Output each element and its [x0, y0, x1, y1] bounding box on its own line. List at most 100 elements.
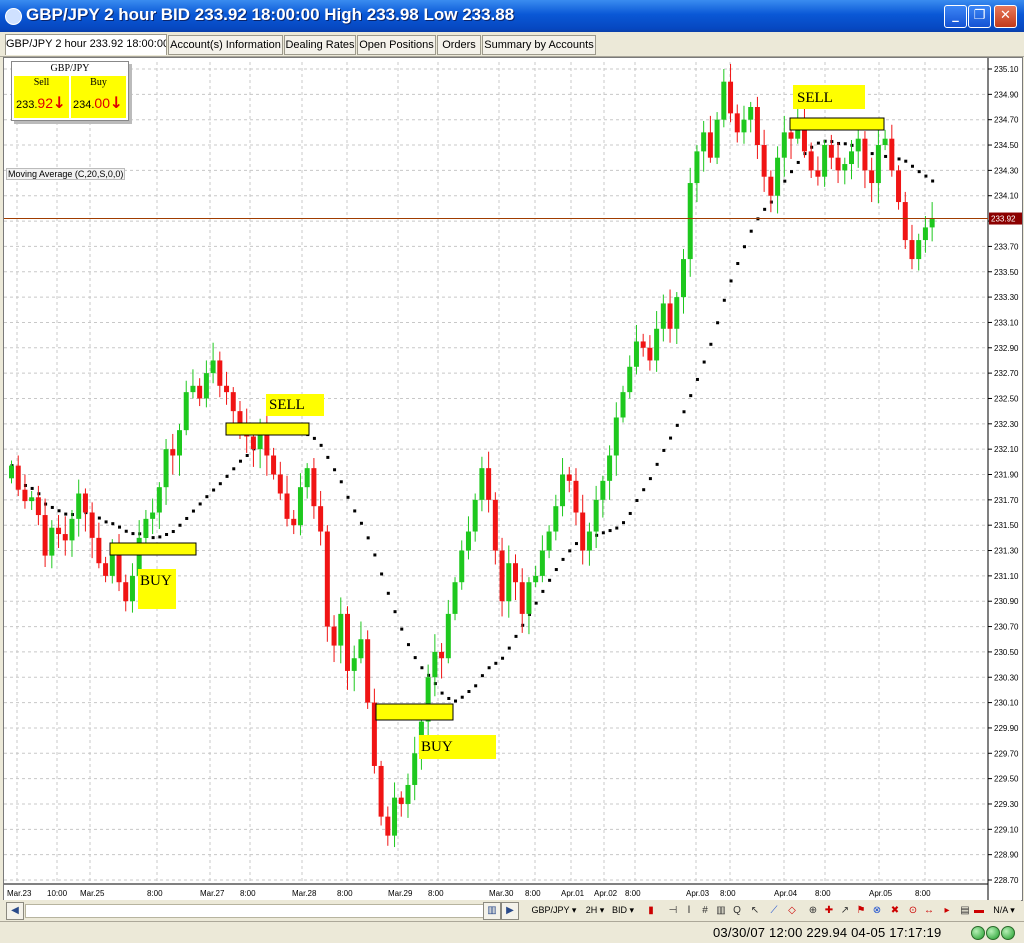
candle-body	[687, 183, 693, 260]
delete-icon[interactable]: ✖	[887, 902, 903, 920]
ma-point	[924, 174, 928, 178]
app-icon	[5, 8, 22, 25]
trade-marker	[225, 422, 310, 436]
scroll-left-button[interactable]: ◀	[6, 902, 24, 920]
ma-point	[373, 553, 377, 557]
scale-icon[interactable]: ▥	[713, 902, 729, 920]
period-select[interactable]: 2H ▾	[583, 902, 607, 918]
candle-body	[660, 303, 666, 329]
y-tick-label: 232.70	[994, 369, 1019, 378]
tab-chart[interactable]: GBP/JPY 2 hour 233.92 18:00:00	[5, 34, 167, 55]
ma-point	[790, 170, 794, 174]
shapes-icon[interactable]: ◇	[784, 902, 800, 920]
ma-point	[467, 690, 471, 694]
grid-icon[interactable]: #	[697, 902, 713, 920]
candle-body	[855, 138, 861, 152]
ma-point	[218, 482, 222, 486]
ma-point	[386, 591, 390, 595]
buy-quote[interactable]: Buy 234.00 ↓	[71, 76, 126, 118]
price-axis: 235.10 234.90 234.70 234.50 234.30 234.10 233.…	[987, 58, 1019, 900]
flag-icon[interactable]: ⚑	[853, 902, 869, 920]
x-tick-label: 8:00	[428, 889, 444, 898]
x-tick-label: 8:00	[240, 889, 256, 898]
price-chart[interactable]: 235.10 234.90 234.70 234.50 234.30 234.10 233.…	[4, 58, 1022, 900]
zoom-icon[interactable]: ⊕	[805, 902, 821, 920]
tab-orders[interactable]: Orders	[437, 35, 481, 55]
y-tick-label: 230.30	[994, 673, 1019, 682]
quote-icon[interactable]: Q	[729, 902, 745, 920]
text-tool-icon[interactable]: ⊗	[869, 902, 885, 920]
ma-point	[648, 477, 652, 481]
y-tick-label: 231.70	[994, 496, 1019, 505]
candle-body	[781, 132, 787, 158]
price-type-select[interactable]: BID ▾	[609, 902, 637, 918]
chart-grid	[4, 62, 988, 884]
y-tick-label: 230.90	[994, 597, 1019, 606]
symbol-select[interactable]: GBP/JPY ▾	[526, 902, 582, 918]
candle-body	[29, 497, 35, 502]
candle-body	[304, 468, 310, 488]
candle-body	[284, 493, 290, 519]
scroll-thumb[interactable]: ▥	[483, 902, 501, 920]
candle-body	[513, 563, 518, 583]
candle-body	[9, 465, 14, 479]
candle-body	[849, 151, 854, 165]
chart-panel[interactable]: 235.10 234.90 234.70 234.50 234.30 234.10 233.…	[3, 57, 1023, 901]
na-select[interactable]: N/A ▾	[989, 902, 1019, 918]
x-tick-label: 8:00	[337, 889, 353, 898]
candle-body	[667, 303, 673, 329]
candle-body	[633, 341, 639, 367]
ma-point	[742, 245, 746, 249]
candle-body	[250, 436, 256, 450]
move-icon[interactable]: ↔	[921, 902, 937, 920]
cursor-icon[interactable]: ↖	[747, 902, 763, 920]
settings-icon[interactable]: ⊙	[905, 902, 921, 920]
ma-point	[917, 170, 921, 174]
draw-line-icon[interactable]: ⟋	[766, 902, 782, 920]
x-tick-label: Apr.01	[561, 889, 585, 898]
candle-body	[177, 430, 182, 456]
maximize-button[interactable]: ❐	[968, 5, 991, 28]
ma-point	[440, 691, 444, 695]
ma-point	[406, 643, 410, 647]
y-tick-label: 232.30	[994, 420, 1019, 429]
candle-body	[432, 651, 438, 678]
bars-icon[interactable]: Ⅰ	[681, 902, 697, 920]
ma-point	[480, 674, 484, 678]
ma-point	[931, 179, 935, 183]
candle-body	[170, 449, 176, 456]
candle-body	[681, 259, 686, 298]
tab-account-information[interactable]: Account(s) Information	[168, 35, 283, 55]
ma-point	[447, 696, 451, 700]
sell-quote[interactable]: Sell 233.92 ↓	[14, 76, 69, 118]
more-tools-icon[interactable]: ▸	[939, 902, 955, 920]
chart-type-icon[interactable]: ▮	[643, 902, 659, 920]
candle-body	[613, 417, 619, 456]
ma-point	[50, 505, 54, 509]
horizontal-scrollbar[interactable]	[25, 904, 497, 918]
candle-body	[808, 151, 814, 171]
ma-point	[608, 529, 612, 533]
close-button[interactable]: ✕	[994, 5, 1017, 28]
crosshair-icon[interactable]: ⊣	[665, 902, 681, 920]
color-icon[interactable]: ▬	[971, 902, 987, 920]
minimize-button[interactable]: _	[944, 5, 967, 28]
arrow-tool-icon[interactable]: ↗	[837, 902, 853, 920]
y-tick-label: 234.10	[994, 192, 1019, 201]
y-tick-label: 229.70	[994, 749, 1019, 758]
ma-point	[843, 142, 847, 146]
candle-body	[728, 81, 734, 114]
fib-icon[interactable]: ✚	[821, 902, 837, 920]
tab-summary-by-accounts[interactable]: Summary by Accounts	[482, 35, 596, 55]
scroll-right-button[interactable]: ▶	[501, 902, 519, 920]
tab-open-positions[interactable]: Open Positions	[357, 35, 436, 55]
indicator-label[interactable]: Moving Average (C,20,S,0,0)	[6, 168, 126, 180]
ma-point	[884, 154, 888, 158]
candle-body	[331, 626, 337, 646]
x-tick-label: 8:00	[147, 889, 163, 898]
x-tick-label: Mar.29	[388, 889, 413, 898]
trade-marker	[789, 117, 885, 131]
ma-point	[326, 455, 330, 459]
ma-point	[628, 511, 632, 515]
tab-dealing-rates[interactable]: Dealing Rates	[284, 35, 356, 55]
